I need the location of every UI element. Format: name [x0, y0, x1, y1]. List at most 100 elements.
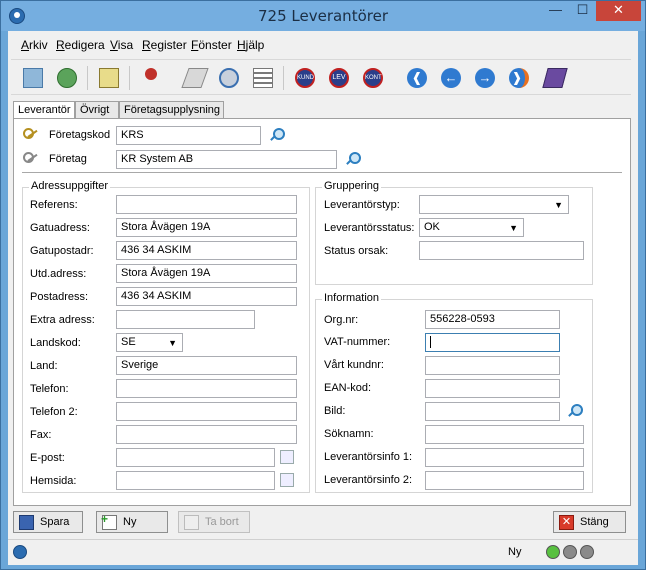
notes-icon[interactable]: [181, 64, 209, 92]
leverantorsinfo1-label: Leverantörsinfo 1:: [324, 451, 413, 463]
foretag-field[interactable]: KR System AB: [116, 150, 337, 169]
address-group-title: Adressuppgifter: [29, 180, 111, 192]
chevron-down-icon: ▼: [554, 200, 563, 210]
tab-ovrigt[interactable]: Övrigt: [75, 101, 119, 119]
menu-arkiv[interactable]: Arkiv: [21, 38, 48, 52]
bild-field[interactable]: [425, 402, 560, 421]
extra-adress-label: Extra adress:: [30, 314, 95, 326]
search-icon[interactable]: [268, 127, 285, 143]
status-led-green: [546, 545, 560, 559]
book-icon[interactable]: [541, 64, 569, 92]
open-website-icon[interactable]: [280, 473, 294, 487]
close-icon[interactable]: ✕: [596, 1, 641, 21]
menubar: Arkiv Redigera Visa Register Fönster Hjä…: [8, 35, 638, 55]
status-orsak-field[interactable]: [419, 241, 584, 260]
leverantorsinfo1-field[interactable]: [425, 448, 584, 467]
ean-kod-label: EAN-kod:: [324, 382, 372, 394]
leverantorstyp-select[interactable]: ▼: [419, 195, 569, 214]
kund-icon: KUND: [295, 68, 315, 88]
telefon-label: Telefon:: [30, 383, 69, 395]
delete-button[interactable]: Ta bort: [178, 511, 250, 533]
close-button-label: Stäng: [580, 516, 609, 528]
information-group-title: Information: [322, 292, 382, 304]
telefon2-field[interactable]: [116, 402, 297, 421]
chevron-down-icon: ▼: [509, 223, 518, 233]
status-bar: Ny: [8, 539, 638, 563]
close-icon: ✕: [559, 515, 574, 530]
fax-field[interactable]: [116, 425, 297, 444]
menu-redigera[interactable]: Redigera: [56, 38, 105, 52]
vat-nummer-field[interactable]: [425, 333, 560, 352]
utdadress-field[interactable]: Stora Åvägen 19A: [116, 264, 297, 283]
titlebar[interactable]: 725 Leverantörer — ☐ ✕: [1, 1, 645, 31]
hemsida-field[interactable]: [116, 471, 275, 490]
kont-button[interactable]: KONT: [359, 64, 387, 92]
land-field[interactable]: Sverige: [116, 356, 297, 375]
window: 725 Leverantörer — ☐ ✕ Arkiv Redigera Vi…: [0, 0, 646, 570]
app-status-icon: [13, 545, 27, 559]
list-icon[interactable]: [249, 64, 277, 92]
close-button[interactable]: ✕ Stäng: [553, 511, 626, 533]
menu-visa[interactable]: Visa: [110, 38, 133, 52]
edit-checklist-icon[interactable]: [95, 64, 123, 92]
kund-button[interactable]: KUND: [291, 64, 319, 92]
add-user-icon[interactable]: [53, 64, 81, 92]
search-icon[interactable]: [344, 151, 361, 167]
leverantorsinfo2-field[interactable]: [425, 471, 584, 490]
foretagskod-label: Företagskod: [49, 129, 111, 141]
menu-register[interactable]: Register: [142, 38, 187, 52]
menu-hjalp[interactable]: Hjälp: [237, 38, 264, 52]
landskod-select[interactable]: SE ▼: [116, 333, 183, 352]
minimize-icon[interactable]: —: [542, 1, 569, 21]
soknamn-field[interactable]: [425, 425, 584, 444]
delete-document-icon: [184, 515, 199, 530]
last-record-icon[interactable]: ❱: [505, 64, 533, 92]
vat-nummer-label: VAT-nummer:: [324, 336, 391, 348]
tab-foretagsupplysning[interactable]: Företagsupplysning: [119, 101, 224, 119]
text-cursor: [430, 336, 431, 349]
landskod-label: Landskod:: [30, 337, 81, 349]
kont-icon: KONT: [363, 68, 383, 88]
grouping-group-title: Gruppering: [322, 180, 382, 192]
save-icon: [19, 515, 34, 530]
next-record-icon[interactable]: →: [471, 64, 499, 92]
gatuadress-field[interactable]: Stora Åvägen 19A: [116, 218, 297, 237]
leverantorsstatus-select[interactable]: OK ▼: [419, 218, 524, 237]
new-button[interactable]: + Ny: [96, 511, 168, 533]
soknamn-label: Söknamn:: [324, 428, 374, 440]
extra-adress-field[interactable]: [116, 310, 255, 329]
maximize-icon[interactable]: ☐: [569, 1, 596, 21]
copy-document-icon[interactable]: [19, 64, 47, 92]
epost-label: E-post:: [30, 452, 65, 464]
telefon2-label: Telefon 2:: [30, 406, 78, 418]
epost-field[interactable]: [116, 448, 275, 467]
leverantor-panel: Företagskod KRS Företag KR System AB Adr…: [13, 118, 631, 506]
ean-kod-field[interactable]: [425, 379, 560, 398]
first-record-icon[interactable]: ❰: [403, 64, 431, 92]
pin-icon[interactable]: [137, 64, 165, 92]
client-area: Arkiv Redigera Visa Register Fönster Hjä…: [8, 31, 638, 565]
search-icon[interactable]: [566, 403, 583, 419]
foretagskod-field[interactable]: KRS: [116, 126, 261, 145]
telefon-field[interactable]: [116, 379, 297, 398]
save-button-label: Spara: [40, 516, 70, 528]
postadress-field[interactable]: 436 34 ASKIM: [116, 287, 297, 306]
fax-label: Fax:: [30, 429, 52, 441]
gatupostadr-field[interactable]: 436 34 ASKIM: [116, 241, 297, 260]
new-document-icon: +: [101, 513, 117, 530]
new-button-label: Ny: [123, 516, 137, 528]
previous-record-icon[interactable]: ←: [437, 64, 465, 92]
orgnr-field[interactable]: 556228-0593: [425, 310, 560, 329]
gatuadress-label: Gatuadress:: [30, 222, 90, 234]
menu-fonster[interactable]: Fönster: [191, 38, 232, 52]
referens-field[interactable]: [116, 195, 297, 214]
postadress-label: Postadress:: [30, 291, 89, 303]
utdadress-label: Utd.adress:: [30, 268, 87, 280]
status-orsak-label: Status orsak:: [324, 245, 389, 257]
save-button[interactable]: Spara: [13, 511, 83, 533]
vart-kundnr-field[interactable]: [425, 356, 560, 375]
user-profile-icon[interactable]: [215, 64, 243, 92]
send-email-icon[interactable]: [280, 450, 294, 464]
referens-label: Referens:: [30, 199, 78, 211]
lev-button[interactable]: LEV: [325, 64, 353, 92]
